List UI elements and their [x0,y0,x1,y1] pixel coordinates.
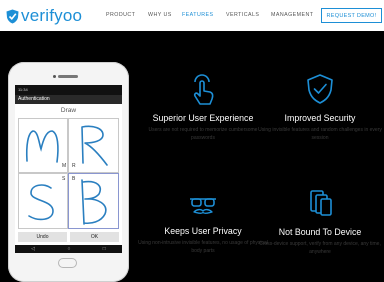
feature-not-bound-to-device: Not Bound To Device Cross-device support… [255,189,384,256]
draw-cell-r[interactable]: R [68,118,119,173]
feature-title: Keeps User Privacy [164,226,242,236]
request-demo-button[interactable]: REQUEST DEMO! [321,8,382,23]
site-header: verifyoo PRODUCT WHY US FEATURES VERTICA… [0,0,384,31]
feature-title: Improved Security [284,113,356,123]
cell-small-letter: B [72,176,76,182]
draw-cell-s[interactable]: S [18,173,68,229]
feature-keeps-user-privacy: Keeps User Privacy Using non-intrusive i… [138,192,268,255]
feature-title: Superior User Experience [152,113,254,123]
nav-product[interactable]: PRODUCT [106,12,135,18]
logo[interactable]: verifyoo [6,5,82,27]
feature-title: Not Bound To Device [278,227,362,237]
cell-small-letter: M [62,163,67,169]
glasses-mustache-icon [190,198,216,214]
shield-check-icon [307,74,333,104]
ok-button[interactable]: OK [70,232,119,242]
handwritten-s-stroke [28,184,54,221]
shield-logo-icon [6,9,19,23]
draw-grid: M R S B [18,118,119,229]
phone-earpiece [58,75,78,78]
nav-features[interactable]: FEATURES [182,12,213,18]
feature-description: Using non-intrusive invisible features, … [138,240,268,254]
phone-button-row: Undo OK [18,232,119,242]
undo-button[interactable]: Undo [18,232,67,242]
home-circle-icon[interactable]: ○ [67,245,70,253]
nav-why-us[interactable]: WHY US [148,12,172,18]
feature-description: Users are not required to memorize cumbe… [148,127,258,141]
tap-hand-icon [193,74,214,105]
phone-mockup: 11:34 Authentication Draw M R S B Undo O… [8,62,129,282]
draw-label: Draw [60,107,77,114]
cell-small-letter: S [62,176,66,182]
handwritten-b-stroke [81,179,107,225]
feature-description: Cross-device support, verify from any de… [259,241,381,255]
recents-icon[interactable]: □ [103,245,106,253]
back-icon[interactable]: ◁ [31,245,35,253]
phone-home-button[interactable] [58,258,77,268]
android-nav-bar: ◁ ○ □ [15,245,122,253]
feature-improved-security: Improved Security Using invisible featur… [255,72,384,142]
cell-small-letter: R [72,163,76,169]
draw-cell-b[interactable]: B [68,173,119,229]
devices-icon [310,190,332,216]
feature-superior-user-experience: Superior User Experience Users are not r… [138,72,268,142]
nav-verticals[interactable]: VERTICALS [226,12,259,18]
phone-status-bar: 11:34 [15,85,122,95]
draw-cell-m[interactable]: M [18,118,68,173]
phone-screen: 11:34 Authentication Draw M R S B Undo O… [15,85,122,253]
handwritten-r-stroke [81,125,108,166]
front-camera [53,75,56,78]
nav-management[interactable]: MANAGEMENT [271,12,313,18]
logo-text: verifyoo [21,6,83,25]
phone-app-title: Authentication [15,95,122,104]
feature-description: Using invisible features and random chal… [258,127,382,141]
